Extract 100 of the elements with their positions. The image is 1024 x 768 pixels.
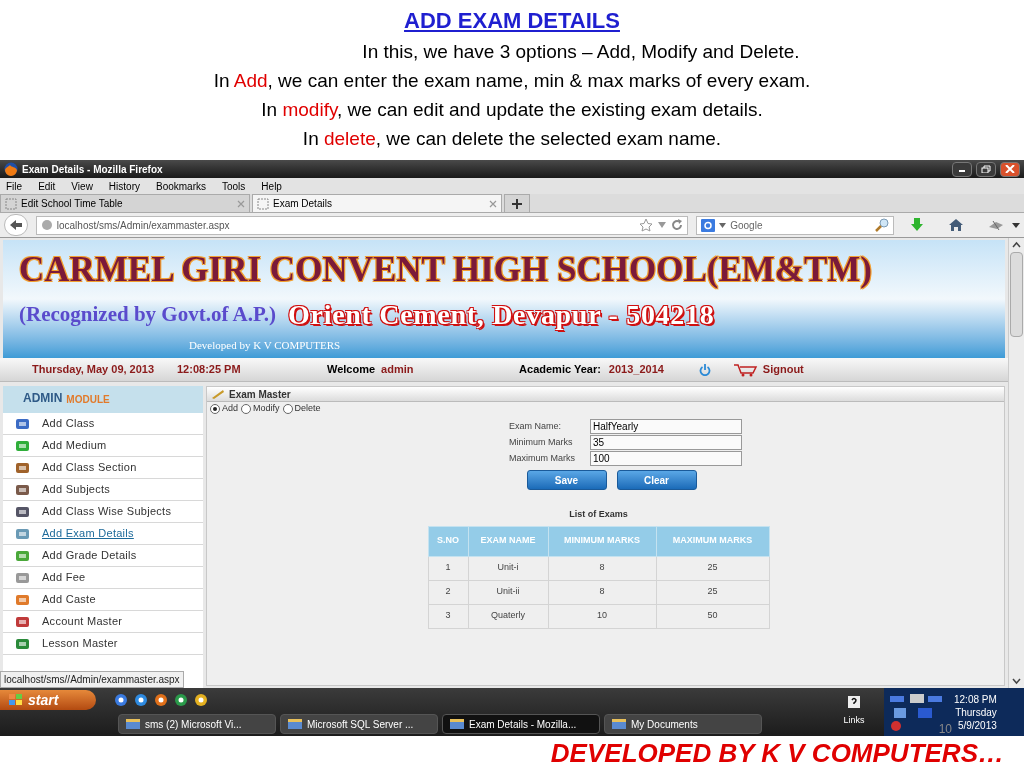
sidebar-header: ADMIN MODULE — [3, 386, 203, 413]
module-icon — [15, 505, 30, 518]
slide-number: 10 — [938, 723, 952, 735]
address-text: Orient Cement, Devapur - 504218 — [288, 298, 715, 332]
radio-option[interactable]: Modify — [241, 402, 280, 416]
search-icon — [875, 218, 889, 232]
sidebar-item[interactable]: Add Class Section — [42, 459, 137, 476]
scrollbar[interactable] — [1008, 238, 1024, 688]
download-icon — [910, 218, 924, 232]
taskbar-button[interactable]: Microsoft SQL Server ... — [280, 714, 438, 734]
sidebar-item[interactable]: Add Caste — [42, 591, 96, 608]
menu-item[interactable]: History — [108, 178, 140, 194]
slide-text: In this, we have 3 options – Add, Modify and Delete. — [361, 40, 800, 64]
browser-tab[interactable]: Edit School Time Table — [0, 194, 250, 212]
radio-option[interactable]: Add — [210, 402, 238, 416]
input-field[interactable]: 100 — [590, 451, 742, 466]
links-label[interactable]: Links — [843, 714, 865, 728]
search-field[interactable]: Google — [730, 217, 871, 233]
developer-text: Developed by K V COMPUTERS — [188, 338, 342, 353]
table-cell: 8 — [548, 556, 656, 580]
taskbar-button[interactable]: sms (2) Microsoft Vi... — [118, 714, 276, 734]
pencil-icon — [211, 389, 225, 399]
menu-item[interactable]: Bookmarks — [156, 178, 206, 194]
module-icon — [15, 549, 30, 562]
menu-item[interactable]: Tools — [222, 178, 246, 194]
slide-text: In Add, we can enter the exam name, min & max marks of every exam. — [213, 69, 811, 93]
minimize-button[interactable] — [952, 161, 972, 177]
module-icon — [15, 571, 30, 584]
table-cell: 3 — [428, 604, 468, 628]
menu-item[interactable]: View — [71, 178, 93, 194]
table-cell: 8 — [548, 580, 656, 604]
school-name: CARMEL GIRI CONVENT HIGH SCHOOL(EM&TM) — [19, 249, 873, 291]
dropdown-icon — [657, 221, 668, 229]
input-field[interactable]: HalfYearly — [590, 419, 742, 434]
window-icon — [449, 718, 465, 730]
form-button[interactable]: Save — [526, 470, 607, 490]
clock-day: Thursday — [955, 705, 997, 719]
sidebar-item[interactable]: Add Exam Details — [42, 525, 134, 542]
menu-item[interactable]: Help — [261, 178, 282, 194]
close-icon — [489, 199, 497, 208]
page-icon — [5, 197, 17, 210]
column-header: MINIMUM MARKS — [548, 526, 656, 556]
sidebar-item[interactable]: Account Master — [42, 613, 123, 630]
start-button[interactable]: start — [0, 690, 96, 710]
sidebar-item[interactable]: Lesson Master — [42, 635, 118, 652]
clock-time: 12:08 PM — [954, 692, 997, 706]
year-label: Academic Year: — [519, 362, 601, 378]
input-field[interactable]: 35 — [590, 435, 742, 450]
date-text: Thursday, May 09, 2013 — [32, 362, 156, 378]
sidebar-item[interactable]: Add Grade Details — [42, 547, 137, 564]
browser-tab[interactable]: Exam Details — [252, 194, 502, 212]
column-header: MAXIMUM MARKS — [656, 526, 769, 556]
close-button[interactable] — [1000, 161, 1020, 177]
year-value: 2013_2014 — [608, 362, 665, 378]
restore-icon — [981, 165, 991, 173]
column-header: EXAM NAME — [468, 526, 548, 556]
menu-item[interactable]: File — [6, 178, 23, 194]
recognition-text: (Recognized by Govt.of A.P.) — [19, 301, 277, 329]
sidebar-item[interactable]: Add Class Wise Subjects — [42, 503, 172, 520]
back-arrow-icon — [8, 219, 23, 231]
radio-option[interactable]: Delete — [282, 402, 321, 416]
address-bar[interactable]: localhost/sms/Admin/exammaster.aspx — [35, 215, 689, 235]
window-title: Exam Details - Mozilla Firefox — [22, 162, 164, 177]
restore-button[interactable] — [976, 161, 996, 177]
table-cell: 25 — [656, 580, 769, 604]
sidebar-item[interactable]: Add Medium — [42, 437, 107, 454]
power-icon — [698, 363, 711, 376]
sidebar-item[interactable]: Add Fee — [42, 569, 86, 586]
window-icon — [611, 718, 627, 730]
taskbar-button[interactable]: My Documents — [604, 714, 762, 734]
help-icon — [848, 696, 860, 709]
window-icon — [125, 718, 141, 730]
scroll-thumb[interactable] — [1010, 252, 1023, 337]
reload-icon — [671, 219, 684, 231]
table-cell: Unit-ii — [468, 580, 548, 604]
module-icon — [15, 527, 30, 540]
table-title: List of Exams — [569, 508, 628, 521]
taskbar-button[interactable]: Exam Details - Mozilla... — [442, 714, 600, 734]
sidebar-item[interactable]: Add Class — [42, 415, 95, 432]
new-tab-button[interactable] — [504, 194, 530, 212]
plus-icon — [512, 198, 522, 209]
dropdown-icon — [1012, 222, 1020, 228]
menu-item[interactable]: Edit — [38, 178, 56, 194]
table-cell: 50 — [656, 604, 769, 628]
back-button[interactable] — [4, 214, 28, 236]
table-cell: Quaterly — [468, 604, 548, 628]
close-icon — [1005, 165, 1015, 173]
signout-link[interactable]: Signout — [762, 361, 804, 378]
form-button[interactable]: Clear — [616, 470, 697, 490]
module-icon — [15, 637, 30, 650]
panel-title: Exam Master — [229, 387, 291, 402]
sidebar-item[interactable]: Add Subjects — [42, 481, 111, 498]
user-name: admin — [381, 362, 415, 378]
module-icon — [15, 439, 30, 452]
globe-icon — [40, 219, 53, 231]
search-box[interactable]: Google — [696, 215, 894, 235]
time-text: 12:08:25 PM — [177, 362, 242, 378]
table-cell: 1 — [428, 556, 468, 580]
close-icon — [237, 199, 245, 208]
field-label: Exam Name: — [509, 419, 562, 433]
